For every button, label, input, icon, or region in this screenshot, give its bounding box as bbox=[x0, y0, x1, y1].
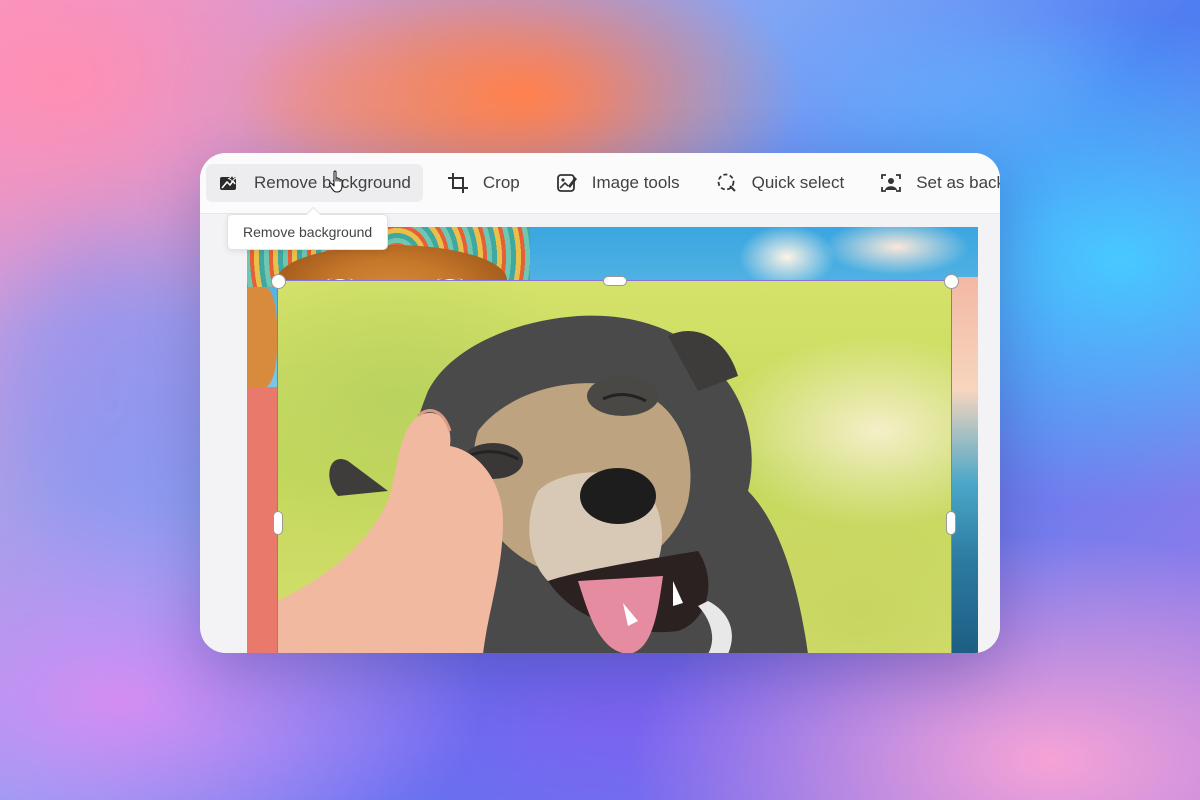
remove-background-icon bbox=[218, 172, 240, 194]
crop-icon bbox=[447, 172, 469, 194]
quick-select-icon bbox=[716, 172, 738, 194]
set-as-background-label: Set as backg bbox=[916, 173, 1000, 192]
canvas-area[interactable] bbox=[200, 214, 1000, 653]
dog-image bbox=[278, 315, 808, 653]
resize-handle-right[interactable] bbox=[946, 511, 956, 535]
image-toolbar: Remove background Crop Image tools Quick… bbox=[200, 153, 1000, 214]
image-tools-icon bbox=[556, 172, 578, 194]
set-as-background-button[interactable]: Set as backg bbox=[868, 164, 1000, 202]
set-as-background-icon bbox=[880, 172, 902, 194]
hand-cursor-icon bbox=[328, 170, 343, 193]
resize-handle-left[interactable] bbox=[273, 511, 283, 535]
resize-handle-top-left[interactable] bbox=[271, 274, 286, 289]
quick-select-button[interactable]: Quick select bbox=[704, 164, 857, 202]
remove-background-tooltip: Remove background bbox=[227, 214, 389, 250]
selected-dog-photo[interactable] bbox=[277, 280, 952, 653]
resize-handle-top[interactable] bbox=[603, 276, 627, 286]
editor-window: Remove background Crop Image tools Quick… bbox=[200, 153, 1000, 653]
crop-button[interactable]: Crop bbox=[435, 164, 532, 202]
image-tools-label: Image tools bbox=[591, 173, 680, 192]
resize-handle-top-right[interactable] bbox=[944, 274, 959, 289]
crop-label: Crop bbox=[482, 173, 520, 192]
image-tools-button[interactable]: Image tools bbox=[544, 164, 692, 202]
quick-select-label: Quick select bbox=[751, 173, 845, 192]
remove-background-button[interactable]: Remove background bbox=[206, 164, 423, 202]
